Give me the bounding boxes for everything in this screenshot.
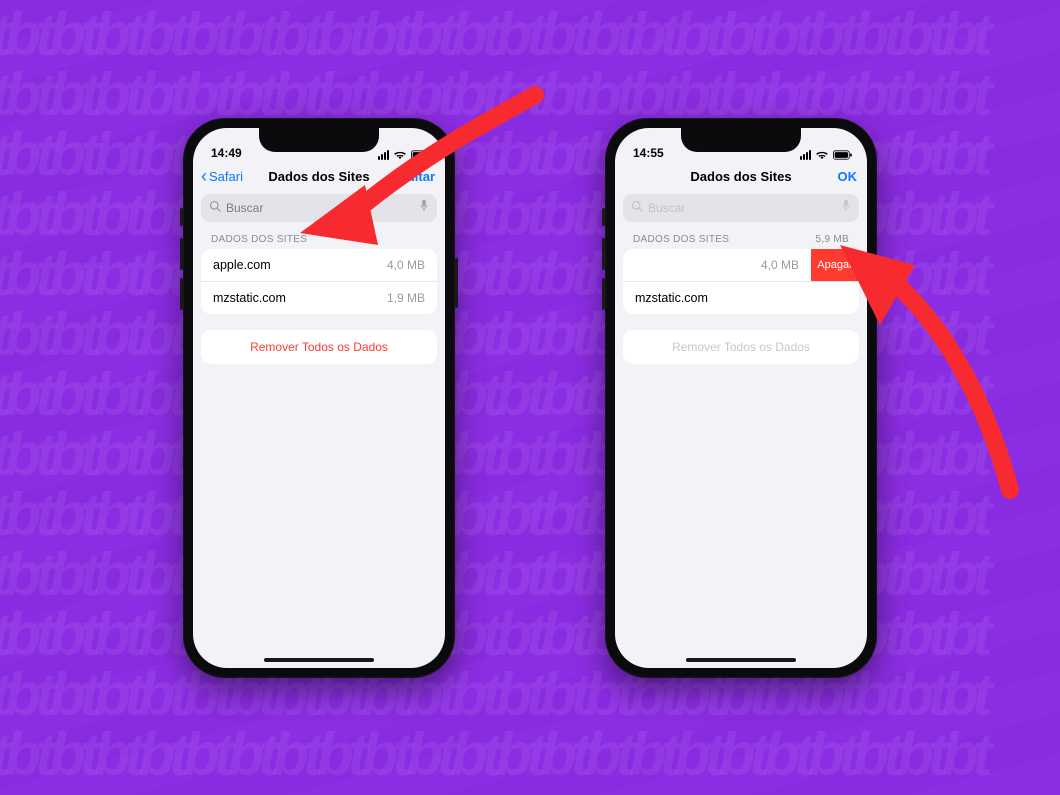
content: DADOS DOS SITES apple.com 4,0 MB mzstati… <box>193 228 445 668</box>
remove-all-button[interactable]: Remover Todos os Dados <box>201 330 437 364</box>
volume-up-button <box>180 238 183 270</box>
screen: 14:55 Dados dos Sites OK <box>615 128 867 668</box>
site-domain: apple.com <box>213 258 387 272</box>
microphone-icon[interactable] <box>419 199 429 216</box>
microphone-icon[interactable] <box>841 199 851 216</box>
bg-pattern-row: btbtbtbtbtbtbtbtbtbtbtbtbtbtbtbtbtbtbtbt… <box>0 660 1060 729</box>
bg-pattern-row: btbtbtbtbtbtbtbtbtbtbtbtbtbtbtbtbtbtbtbt… <box>0 240 1060 309</box>
status-time: 14:55 <box>633 146 664 160</box>
chevron-left-icon: ‹ <box>201 167 207 185</box>
bg-pattern-row: btbtbtbtbtbtbtbtbtbtbtbtbtbtbtbtbtbtbtbt… <box>0 600 1060 669</box>
back-label: Safari <box>209 169 243 184</box>
screen: 14:49 ‹ Safari Dados dos Sites E <box>193 128 445 668</box>
bg-pattern-row: btbtbtbtbtbtbtbtbtbtbtbtbtbtbtbtbtbtbtbt… <box>0 180 1060 249</box>
status-time: 14:49 <box>211 146 242 160</box>
nav-header: ‹ Safari Dados dos Sites Editar <box>193 162 445 192</box>
status-right <box>378 150 431 160</box>
bg-pattern-row: btbtbtbtbtbtbtbtbtbtbtbtbtbtbtbtbtbtbtbt… <box>0 720 1060 789</box>
back-button[interactable]: ‹ Safari <box>201 169 243 185</box>
edit-button[interactable]: Editar <box>398 169 435 184</box>
done-button[interactable]: OK <box>838 169 858 184</box>
cellular-icon <box>378 150 389 160</box>
section-header-label: DADOS DOS SITES <box>211 234 307 245</box>
search-icon <box>209 200 221 215</box>
search-wrap: Buscar <box>623 194 859 222</box>
bg-pattern-row: btbtbtbtbtbtbtbtbtbtbtbtbtbtbtbtbtbtbtbt… <box>0 60 1060 129</box>
site-list: apple.com 4,0 MB mzstatic.com 1,9 MB <box>201 249 437 314</box>
wifi-icon <box>815 150 829 160</box>
mute-switch <box>180 208 183 226</box>
search-input[interactable]: Buscar <box>623 194 859 222</box>
delete-button[interactable]: Apagar <box>811 249 859 281</box>
home-indicator[interactable] <box>264 658 374 662</box>
site-domain: mzstatic.com <box>213 291 387 305</box>
power-button <box>877 258 880 308</box>
search-input[interactable]: Buscar <box>201 194 437 222</box>
search-placeholder: Buscar <box>648 201 841 215</box>
section-header-label: DADOS DOS SITES <box>633 234 729 245</box>
nav-title: Dados dos Sites <box>690 169 791 184</box>
search-wrap: Buscar <box>201 194 437 222</box>
cellular-icon <box>800 150 811 160</box>
notch <box>259 128 379 152</box>
bg-pattern-row: btbtbtbtbtbtbtbtbtbtbtbtbtbtbtbtbtbtbtbt… <box>0 540 1060 609</box>
site-size: 1,9 MB <box>387 291 425 305</box>
mute-switch <box>602 208 605 226</box>
site-list: om 4,0 MB Apagar mzstatic.com <box>623 249 859 314</box>
site-row[interactable]: mzstatic.com <box>623 281 859 314</box>
bg-pattern-row: btbtbtbtbtbtbtbtbtbtbtbtbtbtbtbtbtbtbtbt… <box>0 300 1060 369</box>
volume-down-button <box>180 278 183 310</box>
battery-icon <box>833 150 853 160</box>
home-indicator[interactable] <box>686 658 796 662</box>
wifi-icon <box>393 150 407 160</box>
content: DADOS DOS SITES 5,9 MB om 4,0 MB Apagar … <box>615 228 867 668</box>
status-right <box>800 150 853 160</box>
site-size: 4,0 MB <box>761 258 799 272</box>
section-header: DADOS DOS SITES 5,9 MB <box>623 228 859 249</box>
phone-left: 14:49 ‹ Safari Dados dos Sites E <box>183 118 455 678</box>
site-row[interactable]: apple.com 4,0 MB <box>201 249 437 281</box>
nav-header: Dados dos Sites OK <box>615 162 867 192</box>
bg-pattern-row: btbtbtbtbtbtbtbtbtbtbtbtbtbtbtbtbtbtbtbt… <box>0 420 1060 489</box>
notch <box>681 128 801 152</box>
battery-icon <box>411 150 431 160</box>
bg-pattern-row: btbtbtbtbtbtbtbtbtbtbtbtbtbtbtbtbtbtbtbt… <box>0 120 1060 189</box>
bg-pattern-row: btbtbtbtbtbtbtbtbtbtbtbtbtbtbtbtbtbtbtbt… <box>0 480 1060 549</box>
tutorial-stage: btbtbtbtbtbtbtbtbtbtbtbtbtbtbtbtbtbtbtbt… <box>0 0 1060 795</box>
bg-pattern-row: btbtbtbtbtbtbtbtbtbtbtbtbtbtbtbtbtbtbtbt… <box>0 360 1060 429</box>
site-domain: mzstatic.com <box>635 291 847 305</box>
search-icon <box>631 200 643 215</box>
section-header: DADOS DOS SITES <box>201 228 437 249</box>
nav-title: Dados dos Sites <box>268 169 369 184</box>
power-button <box>455 258 458 308</box>
site-size: 4,0 MB <box>387 258 425 272</box>
site-domain: om <box>623 258 761 272</box>
search-placeholder: Buscar <box>226 201 419 215</box>
site-row-swiped[interactable]: om 4,0 MB Apagar <box>623 249 859 281</box>
section-header-size: 5,9 MB <box>816 234 849 245</box>
phone-right: 14:55 Dados dos Sites OK <box>605 118 877 678</box>
volume-down-button <box>602 278 605 310</box>
site-row[interactable]: mzstatic.com 1,9 MB <box>201 281 437 314</box>
volume-up-button <box>602 238 605 270</box>
remove-all-button[interactable]: Remover Todos os Dados <box>623 330 859 364</box>
bg-pattern-row: btbtbtbtbtbtbtbtbtbtbtbtbtbtbtbtbtbtbtbt… <box>0 0 1060 69</box>
